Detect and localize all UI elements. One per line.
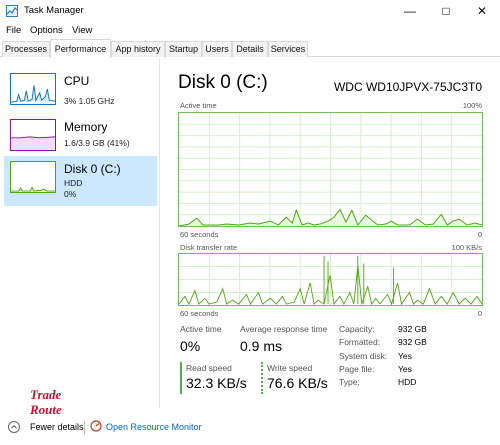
system-disk-value: Yes — [398, 351, 412, 361]
disk-model: WDC WD10JPVX-75JC3T0 — [333, 80, 482, 94]
write-speed-indicator — [261, 362, 263, 394]
sidebar-memory-title: Memory — [64, 120, 108, 134]
formatted-label: Formatted: — [339, 337, 381, 347]
sidebar-disk-title: Disk 0 (C:) — [64, 162, 121, 176]
avg-response-value: 0.9 ms — [240, 338, 283, 354]
sidebar-memory-sub: 1.6/3.9 GB (41%) — [64, 138, 130, 148]
tab-strip: Processes Performance App history Startu… — [0, 39, 500, 58]
footer: Fewer details Open Resource Monitor — [0, 412, 500, 445]
tab-users[interactable]: Users — [202, 41, 232, 57]
menu-bar: File Options View — [0, 22, 500, 39]
active-time-graph-max: 100% — [462, 101, 482, 110]
read-speed-value: 32.3 KB/s — [186, 375, 247, 391]
type-value: HDD — [398, 377, 417, 387]
active-time-graph-label: Active time — [180, 101, 217, 110]
page-file-label: Page file: — [339, 364, 375, 374]
active-time-stat-label: Active time — [180, 324, 222, 334]
tab-performance[interactable]: Performance — [50, 39, 111, 58]
sidebar-item-disk[interactable]: Disk 0 (C:) HDD 0% — [4, 156, 157, 206]
formatted-value: 932 GB — [398, 337, 427, 347]
tab-app-history[interactable]: App history — [111, 41, 165, 57]
menu-file[interactable]: File — [6, 25, 21, 36]
tab-details[interactable]: Details — [232, 41, 268, 57]
read-speed-indicator — [180, 362, 182, 394]
close-icon[interactable]: ✕ — [464, 0, 500, 22]
transfer-min: 0 — [477, 309, 482, 318]
read-speed-label: Read speed — [186, 363, 232, 373]
maximize-icon[interactable]: □ — [428, 0, 464, 22]
chevron-up-icon[interactable] — [8, 421, 20, 433]
page-file-value: Yes — [398, 364, 412, 374]
system-disk-label: System disk: — [339, 351, 388, 361]
task-manager-icon — [6, 5, 18, 17]
logo-line-1: Trade — [30, 387, 62, 402]
resource-monitor-icon[interactable] — [90, 420, 102, 432]
minimize-icon[interactable]: — — [392, 0, 428, 22]
active-time-min: 0 — [477, 230, 482, 239]
memory-thumbnail — [10, 119, 56, 151]
type-label: Type: — [339, 377, 360, 387]
transfer-graph-max: 100 KB/s — [451, 243, 482, 252]
title-bar: Task Manager — □ ✕ — [0, 0, 500, 22]
capacity-label: Capacity: — [339, 324, 375, 334]
write-speed-value: 76.6 KB/s — [267, 375, 328, 391]
sidebar-disk-type: HDD — [64, 178, 83, 188]
capacity-value: 932 GB — [398, 324, 427, 334]
window-title: Task Manager — [24, 5, 84, 16]
tab-services[interactable]: Services — [268, 41, 308, 57]
active-time-graph — [178, 112, 483, 227]
sidebar-cpu-sub: 3% 1.05 GHz — [64, 96, 115, 106]
footer-separator — [84, 421, 85, 435]
fewer-details-link[interactable]: Fewer details — [30, 422, 84, 432]
page-title: Disk 0 (C:) — [178, 72, 268, 93]
disk-thumbnail — [10, 161, 56, 193]
menu-options[interactable]: Options — [30, 25, 63, 36]
menu-view[interactable]: View — [72, 25, 92, 36]
active-time-stat-value: 0% — [180, 338, 201, 354]
transfer-rate-graph — [178, 253, 483, 306]
resource-sidebar: CPU 3% 1.05 GHz Memory 1.6/3.9 GB (41%) … — [0, 58, 160, 408]
sidebar-disk-pct: 0% — [64, 189, 77, 199]
transfer-graph-label: Disk transfer rate — [180, 243, 238, 252]
active-time-duration: 60 seconds — [180, 230, 219, 239]
avg-response-label: Average response time — [240, 324, 328, 334]
tab-startup[interactable]: Startup — [165, 41, 202, 57]
write-speed-label: Write speed — [267, 363, 313, 373]
transfer-duration: 60 seconds — [180, 309, 219, 318]
open-resource-monitor-link[interactable]: Open Resource Monitor — [106, 422, 202, 432]
sidebar-item-cpu[interactable]: CPU 3% 1.05 GHz — [4, 68, 157, 118]
sidebar-cpu-title: CPU — [64, 74, 90, 88]
tab-processes[interactable]: Processes — [2, 41, 50, 57]
cpu-thumbnail — [10, 73, 56, 105]
